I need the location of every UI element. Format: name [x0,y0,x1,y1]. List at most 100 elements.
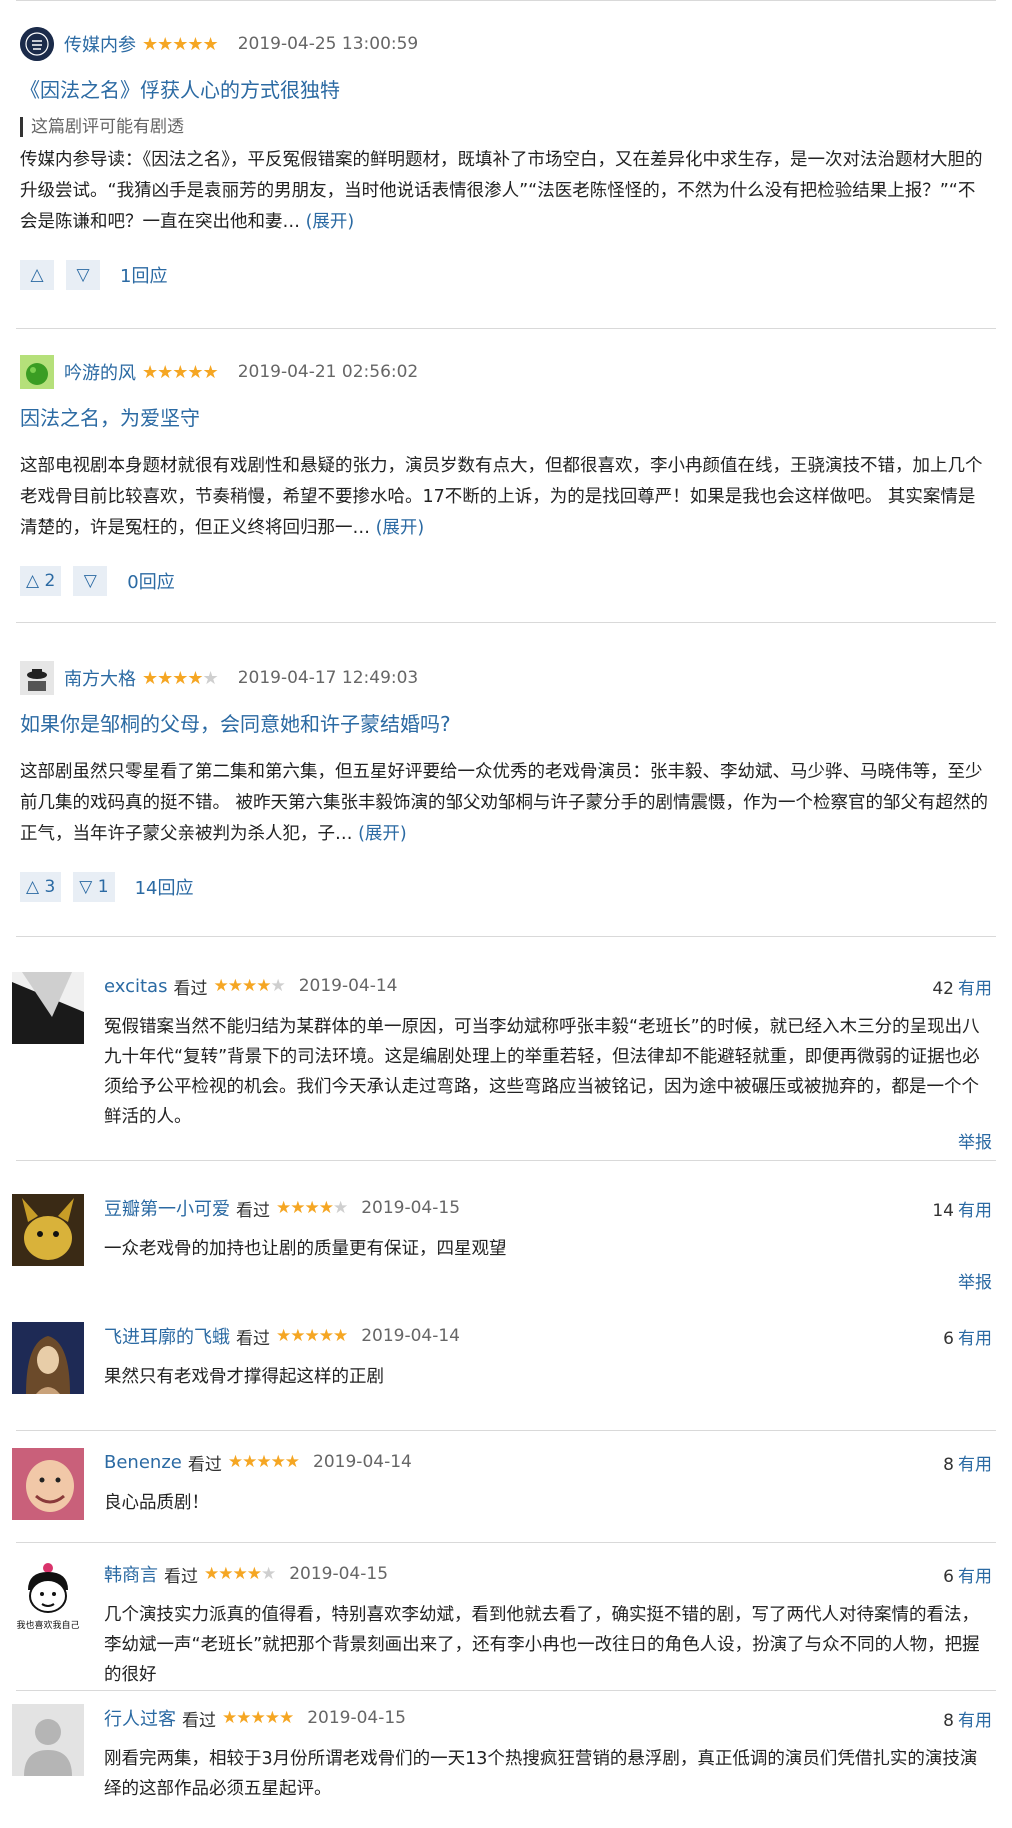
stars-filled: ★★★★ [204,1564,262,1584]
avatar[interactable] [12,1322,84,1394]
review-title[interactable]: 《因法之名》俘获人心的方式很独特 [20,74,992,103]
comment-date: 2019-04-15 [361,1198,461,1218]
stars-filled: ★★★★★ [276,1326,348,1346]
comment-author[interactable]: 韩商言 [104,1561,158,1587]
review-header: 吟游的风 ★★★★★ 2019-04-21 02:56:02 [20,354,992,390]
stars-filled: ★★★★★ [227,1452,300,1472]
stars-empty: ★ [260,1564,276,1584]
divider [16,1160,996,1161]
stars-filled: ★★★★ [276,1198,334,1218]
avatar[interactable] [12,1448,84,1520]
avatar[interactable] [12,1194,84,1266]
avatar[interactable] [20,355,54,389]
useful-count: 8 [943,1710,954,1731]
report-link[interactable]: 举报 [958,1268,992,1293]
comment-author[interactable]: Benenze [104,1452,182,1473]
review-author[interactable]: 吟游的风 [64,359,136,385]
comment-header: 豆瓣第一小可爱 看过 ★★★★★ 2019-04-15 14 有用 [104,1194,992,1222]
downvote-button[interactable]: ▽ [73,566,108,596]
replies-link[interactable]: 0回应 [127,568,174,594]
useful-button[interactable]: 有用 [958,1567,992,1587]
comment-text: 良心品质剧！ [104,1493,209,1513]
replies-link[interactable]: 1回应 [120,262,167,288]
review-time: 2019-04-21 02:56:02 [237,362,419,382]
useful-count: 8 [943,1454,954,1475]
review-time: 2019-04-17 12:49:03 [237,668,419,688]
rating-stars: ★★★★★ [276,1198,348,1218]
comment-author[interactable]: excitas [104,976,167,997]
comment-header: excitas 看过 ★★★★★ 2019-04-14 42 有用 [104,972,992,1000]
avatar[interactable] [12,1704,84,1776]
useful-button[interactable]: 有用 [958,979,992,999]
review-author[interactable]: 传媒内参 [64,31,136,57]
short-comment: 行人过客 看过 ★★★★★ 2019-04-15 8 有用 刚看完两集，相较于3月… [12,1704,992,1814]
divider [16,936,996,937]
divider [16,328,996,329]
downvote-button[interactable]: ▽ 1 [73,872,115,902]
downvote-button[interactable]: ▽ [66,260,100,290]
watched-label: 看过 [187,1454,222,1475]
useful-vote[interactable]: 14 有用 [932,1196,992,1221]
comment-header: 行人过客 看过 ★★★★★ 2019-04-15 8 有用 [104,1704,992,1732]
short-comment: Benenze 看过 ★★★★★ 2019-04-14 8 有用 良心品质剧！ [12,1448,992,1528]
review-title[interactable]: 因法之名，为爱坚守 [20,402,992,431]
rating-stars: ★★★★★ [213,976,285,996]
rating-stars: ★★★★★ [227,1452,300,1472]
replies-link[interactable]: 14回应 [135,874,194,900]
rating-stars: ★★★★★ [276,1326,348,1346]
spoiler-warning: 这篇剧评可能有剧透 [20,117,992,137]
avatar[interactable]: 我也喜欢我自己 [12,1560,84,1632]
expand-link[interactable]: (展开) [376,518,425,538]
useful-vote[interactable]: 8 有用 [943,1450,992,1475]
useful-button[interactable]: 有用 [958,1455,992,1475]
avatar[interactable] [20,27,54,61]
review-card: 南方大格 ★★★★★ 2019-04-17 12:49:03 如果你是邹桐的父母… [20,660,992,902]
stars-empty: ★ [332,1198,348,1218]
review-excerpt: 传媒内参导读：《因法之名》，平反冤假错案的鲜明题材，既填补了市场空白，又在差异化… [20,145,992,238]
useful-count: 42 [932,978,954,999]
useful-vote[interactable]: 42 有用 [932,974,992,999]
comment-header: 飞进耳廓的飞蛾 看过 ★★★★★ 2019-04-14 6 有用 [104,1322,992,1350]
upvote-button[interactable]: △ [20,260,54,290]
review-card: 传媒内参 ★★★★★ 2019-04-25 13:00:59 《因法之名》俘获人… [20,26,992,290]
watched-label: 看过 [236,1200,270,1221]
divider [16,1690,996,1691]
upvote-button[interactable]: △ 3 [20,872,62,902]
avatar[interactable] [20,661,54,695]
comment-date: 2019-04-15 [289,1564,389,1584]
review-text: 这部剧虽然只零星看了第二集和第六集，但五星好评要给一众优秀的老戏骨演员：张丰毅、… [20,762,989,844]
review-time: 2019-04-25 13:00:59 [237,34,419,54]
avatar[interactable] [12,972,84,1044]
report-link[interactable]: 举报 [958,1128,992,1153]
top-divider [16,0,996,1]
comment-main: 行人过客 看过 ★★★★★ 2019-04-15 8 有用 刚看完两集，相较于3月… [104,1704,992,1804]
stars-filled: ★★★★★ [142,361,219,383]
comment-author[interactable]: 行人过客 [104,1705,176,1731]
expand-link[interactable]: (展开) [306,212,355,232]
useful-vote[interactable]: 8 有用 [943,1706,992,1731]
useful-count: 14 [932,1200,954,1221]
stars-filled: ★★★★ [142,667,204,689]
stars-filled: ★★★★★ [142,33,219,55]
comment-author[interactable]: 飞进耳廓的飞蛾 [104,1323,230,1349]
short-comment: excitas 看过 ★★★★★ 2019-04-14 42 有用 冤假错案当然不… [12,972,992,1153]
upvote-button[interactable]: △ 2 [20,566,62,596]
review-card: 吟游的风 ★★★★★ 2019-04-21 02:56:02 因法之名，为爱坚守… [20,354,992,596]
comment-main: 飞进耳廓的飞蛾 看过 ★★★★★ 2019-04-14 6 有用 果然只有老戏骨才… [104,1322,992,1392]
comment-text: 果然只有老戏骨才撑得起这样的正剧 [104,1367,384,1387]
useful-count: 6 [943,1566,954,1587]
watched-label: 看过 [173,978,208,999]
useful-vote[interactable]: 6 有用 [943,1324,992,1349]
review-author[interactable]: 南方大格 [64,665,136,691]
useful-button[interactable]: 有用 [958,1201,992,1221]
useful-count: 6 [943,1328,954,1349]
expand-link[interactable]: (展开) [358,824,407,844]
comment-date: 2019-04-14 [298,976,398,996]
comment-author[interactable]: 豆瓣第一小可爱 [104,1195,230,1221]
review-title[interactable]: 如果你是邹桐的父母，会同意她和许子蒙结婚吗? [20,708,992,737]
useful-button[interactable]: 有用 [958,1711,992,1731]
comment-main: 豆瓣第一小可爱 看过 ★★★★★ 2019-04-15 14 有用 一众老戏骨的加… [104,1194,992,1264]
useful-vote[interactable]: 6 有用 [943,1562,992,1587]
rating-stars: ★★★★★ [142,361,219,383]
useful-button[interactable]: 有用 [958,1329,992,1349]
